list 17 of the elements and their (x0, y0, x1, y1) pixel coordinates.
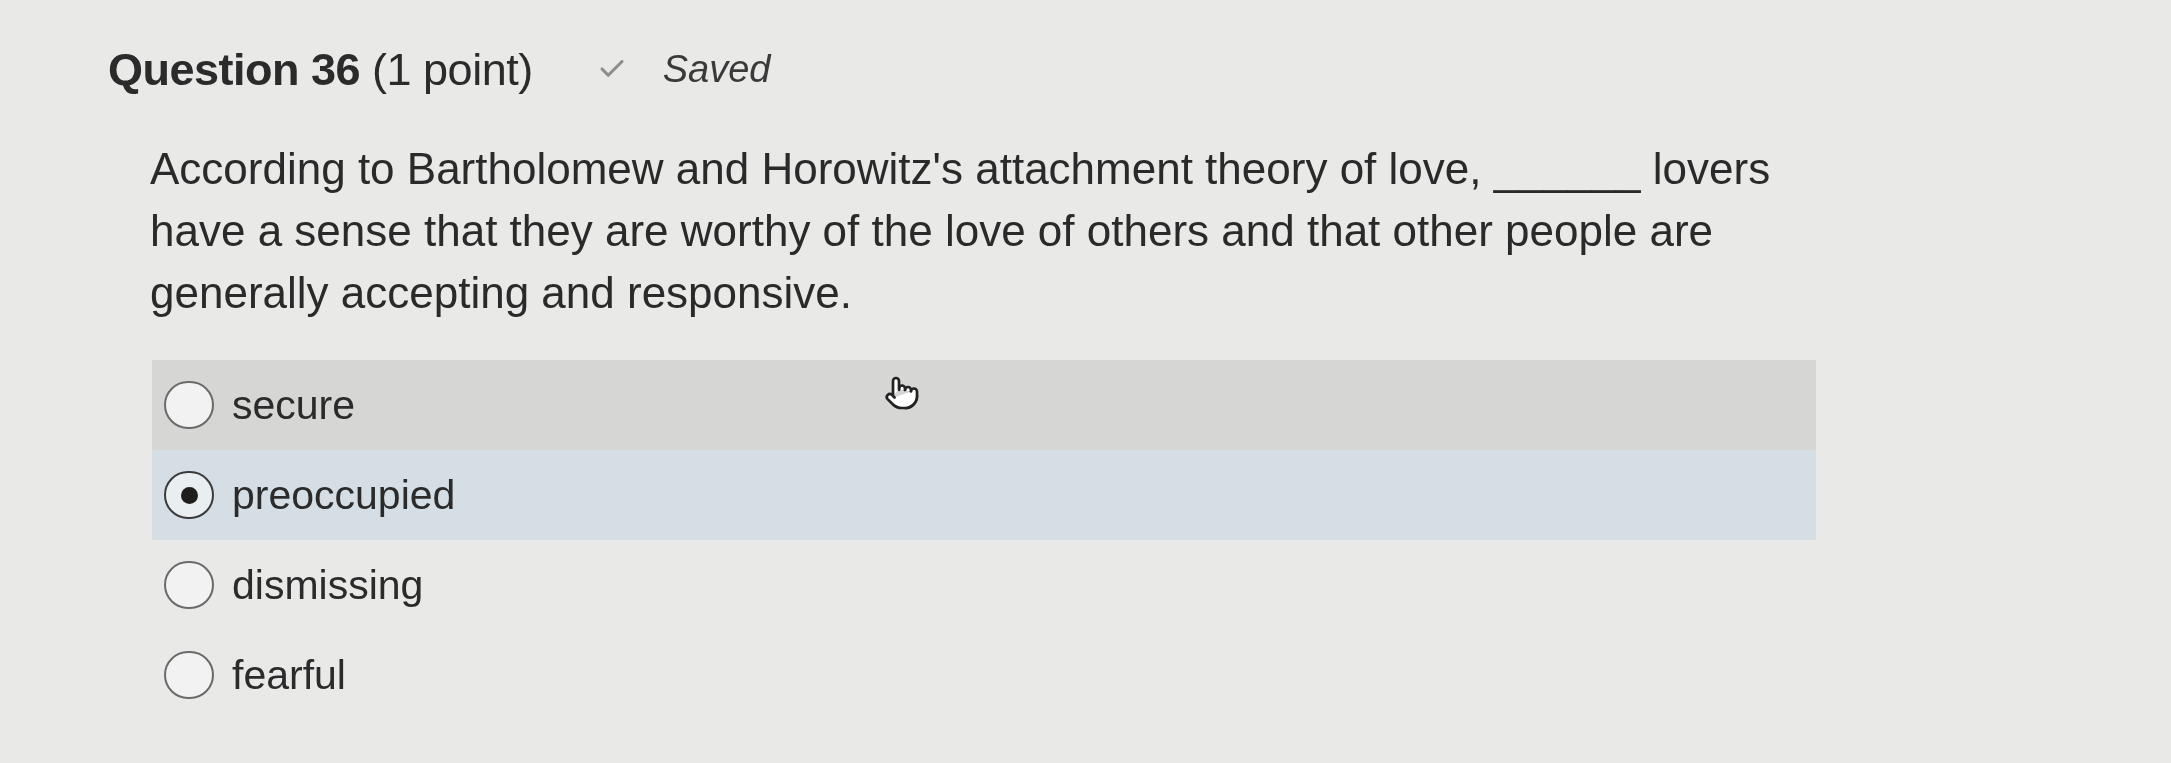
radio-button[interactable] (164, 651, 214, 699)
option-label: secure (232, 384, 356, 426)
radio-button[interactable] (164, 561, 214, 609)
option-label: fearful (232, 654, 346, 696)
option-label: dismissing (232, 564, 424, 606)
option-label: preoccupied (232, 474, 456, 516)
radio-button[interactable] (164, 381, 214, 429)
question-points: (1 point) (372, 46, 533, 92)
radio-button[interactable] (164, 471, 214, 519)
answer-option[interactable]: fearful (152, 630, 1816, 720)
answer-option[interactable]: dismissing (152, 540, 1816, 630)
question-text: According to Bartholomew and Horowitz's attachment theory of love, ______ lovers have a sense that they are worthy of the love of others and that other people are generally accepting and responsive. (150, 143, 1772, 319)
answer-option[interactable]: secure (152, 360, 1816, 450)
hand-cursor-icon (884, 374, 920, 412)
save-status: Saved (662, 50, 771, 88)
answer-option[interactable]: preoccupied (152, 450, 1816, 540)
question-title: Question 36 (108, 46, 361, 92)
